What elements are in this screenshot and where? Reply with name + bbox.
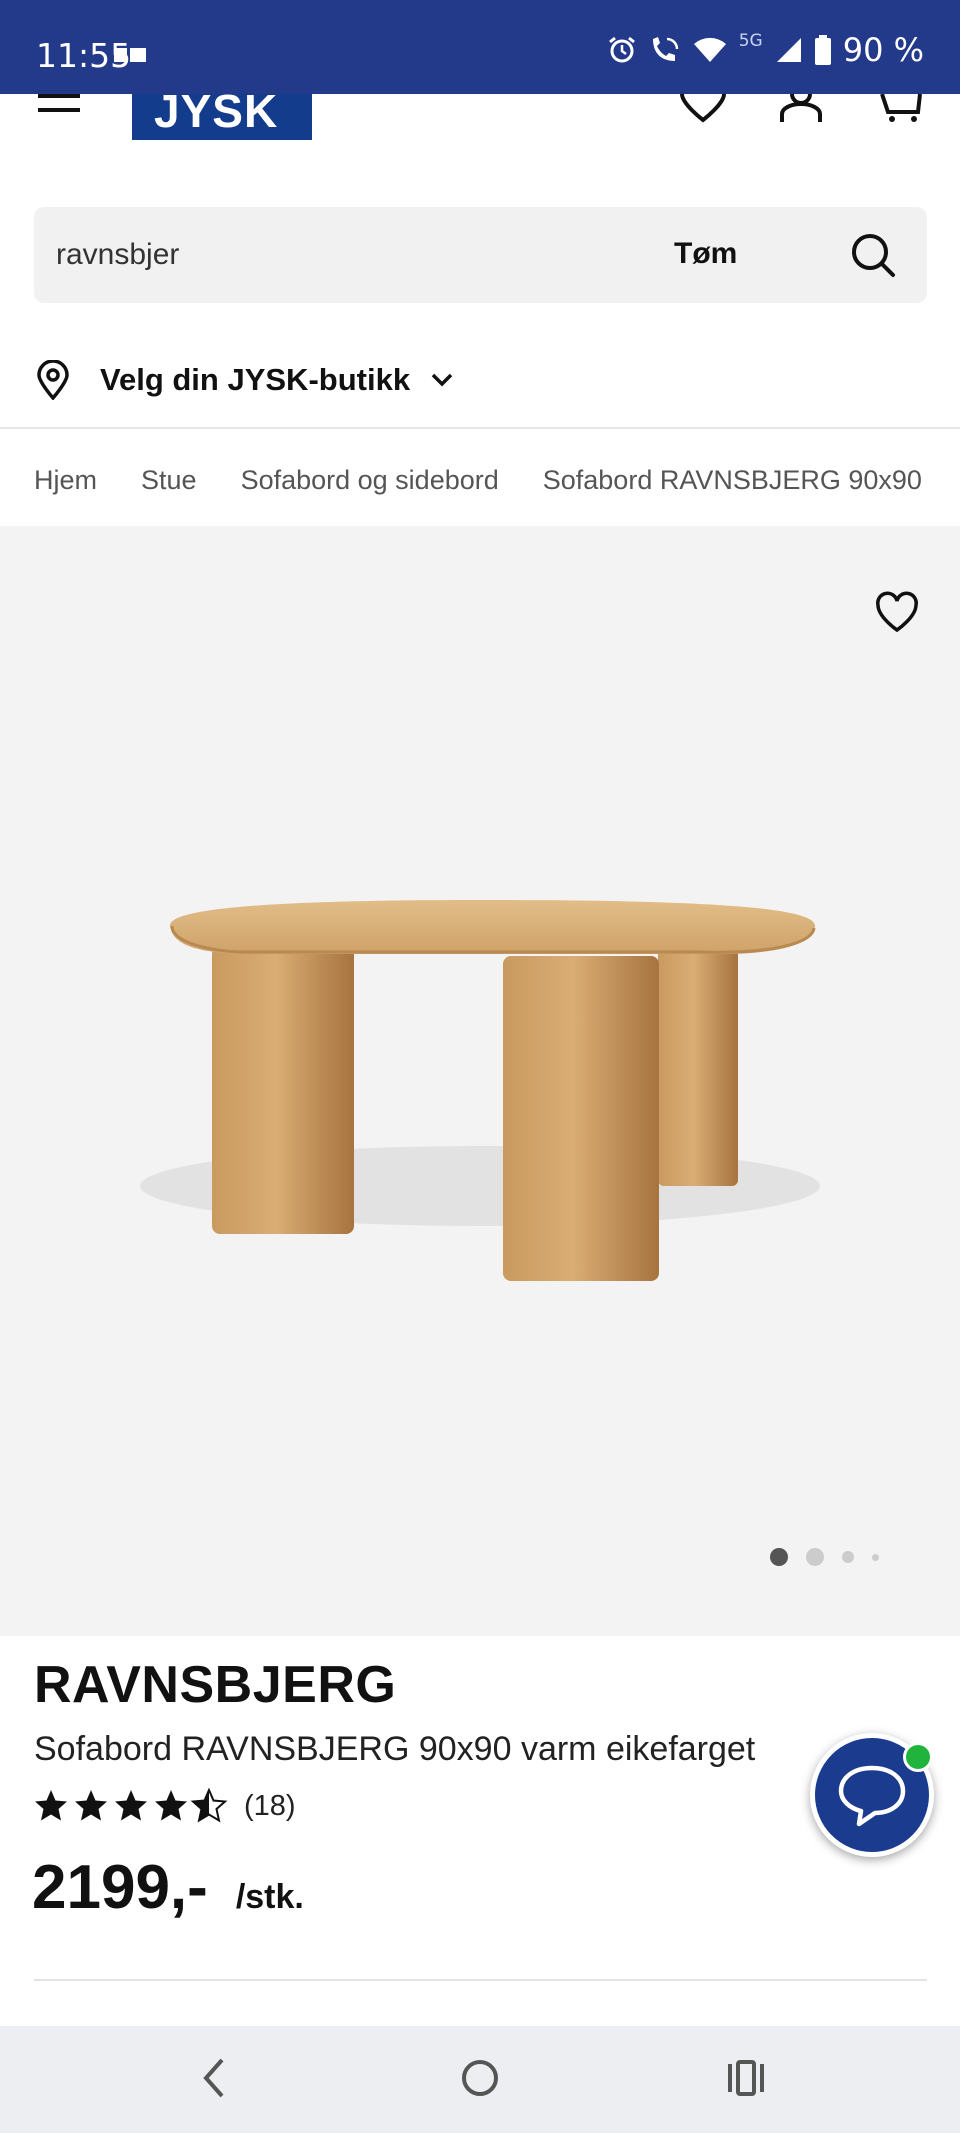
add-to-wishlist-heart-icon[interactable] <box>874 590 920 636</box>
location-pin-icon <box>37 360 69 400</box>
search-input[interactable] <box>56 207 616 303</box>
status-bar: 11:55 5G 90 % <box>0 0 960 94</box>
breadcrumb-item-current: Sofabord RAVNSBJERG 90x90 varm eikefarge… <box>542 464 927 495</box>
wifi-icon <box>693 37 726 62</box>
breadcrumb: Hjem Stue Sofabord og sidebord Sofabord … <box>34 460 927 500</box>
price-amount: 2199,- <box>32 1853 208 1922</box>
jysk-logo[interactable]: JYSK <box>132 94 312 140</box>
clear-search-button[interactable]: Tøm <box>674 237 737 271</box>
carousel-dot-active[interactable] <box>770 1548 788 1566</box>
price-unit: /stk. <box>235 1878 304 1916</box>
product-image-gallery[interactable] <box>0 526 960 1636</box>
signal-icon <box>776 38 801 62</box>
network-type: 5G <box>738 31 763 51</box>
cart-icon[interactable] <box>880 94 924 124</box>
logo-text: JYSK <box>154 94 279 137</box>
chevron-down-icon <box>431 373 453 387</box>
carousel-pagination <box>770 1548 879 1566</box>
wifi-call-icon <box>652 37 678 61</box>
breadcrumb-item-home[interactable]: Hjem <box>34 465 97 496</box>
back-icon[interactable] <box>198 2056 228 2100</box>
breadcrumb-item-category[interactable]: Sofabord og sidebord <box>241 465 499 496</box>
battery-level: 90 % <box>842 31 924 69</box>
system-navigation-bar <box>0 2026 960 2133</box>
product-rating[interactable]: (18) <box>34 1788 296 1824</box>
divider <box>0 427 960 429</box>
review-count: (18) <box>244 1789 296 1822</box>
battery-icon <box>814 35 831 65</box>
store-selector[interactable]: Velg din JYSK-butikk <box>36 355 454 405</box>
site-header: JYSK <box>0 94 960 184</box>
heart-icon[interactable] <box>678 94 728 124</box>
star-rating-icon <box>35 1788 228 1823</box>
recent-apps-icon[interactable] <box>726 2056 766 2100</box>
breadcrumb-item-stue[interactable]: Stue <box>141 465 197 496</box>
home-icon[interactable] <box>460 2056 500 2100</box>
product-name: Sofabord RAVNSBJERG 90x90 varm eikefarge… <box>34 1730 756 1768</box>
carousel-dot[interactable] <box>842 1551 854 1563</box>
product-brand: RAVNSBJERG <box>34 1656 397 1714</box>
carousel-dot[interactable] <box>806 1548 824 1566</box>
product-image <box>140 900 820 1281</box>
sim-card-icon <box>114 48 146 62</box>
online-status-indicator <box>903 1742 933 1772</box>
carousel-dot[interactable] <box>872 1553 879 1561</box>
search-icon[interactable] <box>849 231 897 279</box>
store-selector-label: Velg din JYSK-butikk <box>100 362 411 397</box>
status-icons: 5G 90 % <box>607 30 924 70</box>
user-icon[interactable] <box>778 94 824 124</box>
alarm-icon <box>608 36 635 63</box>
divider <box>34 1979 927 1981</box>
search-bar: Tøm <box>34 207 927 303</box>
menu-icon[interactable] <box>38 94 84 124</box>
product-price: 2199,- /stk. <box>32 1852 304 1923</box>
chat-button[interactable] <box>810 1733 934 1857</box>
